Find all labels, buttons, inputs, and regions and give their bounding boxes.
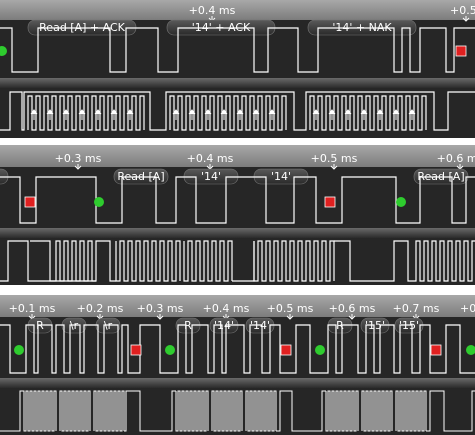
time-mark: +0.3 ms — [137, 302, 184, 315]
time-mark: +0.5 ms — [267, 302, 314, 315]
time-mark: +0.6 ms — [437, 152, 475, 165]
start-condition-marker — [165, 345, 175, 355]
time-mark: +0.7 ms — [393, 302, 440, 315]
i2c-capture-zoom-panel: +0.3 ms +0.4 ms +0.5 ms +0.6 ms Read [A]… — [0, 145, 475, 285]
decode-label: '14' — [271, 170, 291, 183]
serial-capture-panel: +0.1 ms +0.2 ms +0.3 ms +0.4 ms +0.5 ms … — [0, 295, 475, 435]
time-mark: +0.5 ms — [311, 152, 358, 165]
stop-condition-marker — [324, 196, 336, 208]
channel-separator — [0, 228, 475, 238]
channel-separator — [0, 378, 475, 388]
stop-condition-marker — [430, 344, 442, 356]
start-condition-marker — [94, 197, 104, 207]
i2c-capture-panel: +0.4 ms +0.5 ms Read [A] + ACK '14' + AC… — [0, 0, 475, 138]
start-condition-marker — [14, 345, 24, 355]
time-mark: +0.6 ms — [329, 302, 376, 315]
time-mark: +0.4 ms — [189, 4, 236, 17]
start-condition-marker — [396, 197, 406, 207]
time-mark: +0.4 ms — [203, 302, 250, 315]
decode-label: '14' — [201, 170, 221, 183]
stop-condition-marker — [280, 344, 292, 356]
stop-condition-marker — [24, 196, 36, 208]
time-mark: +0.2 ms — [77, 302, 124, 315]
time-mark-partial: +0. — [460, 302, 475, 315]
time-mark: +0.5 ms — [450, 4, 475, 17]
time-mark: +0.3 ms — [55, 152, 102, 165]
stop-condition-marker — [130, 344, 142, 356]
stop-condition-marker — [455, 45, 467, 57]
start-condition-marker — [315, 345, 325, 355]
time-mark: +0.1 ms — [9, 302, 56, 315]
time-ruler — [0, 0, 475, 20]
time-mark: +0.4 ms — [187, 152, 234, 165]
channel-separator — [0, 78, 475, 88]
